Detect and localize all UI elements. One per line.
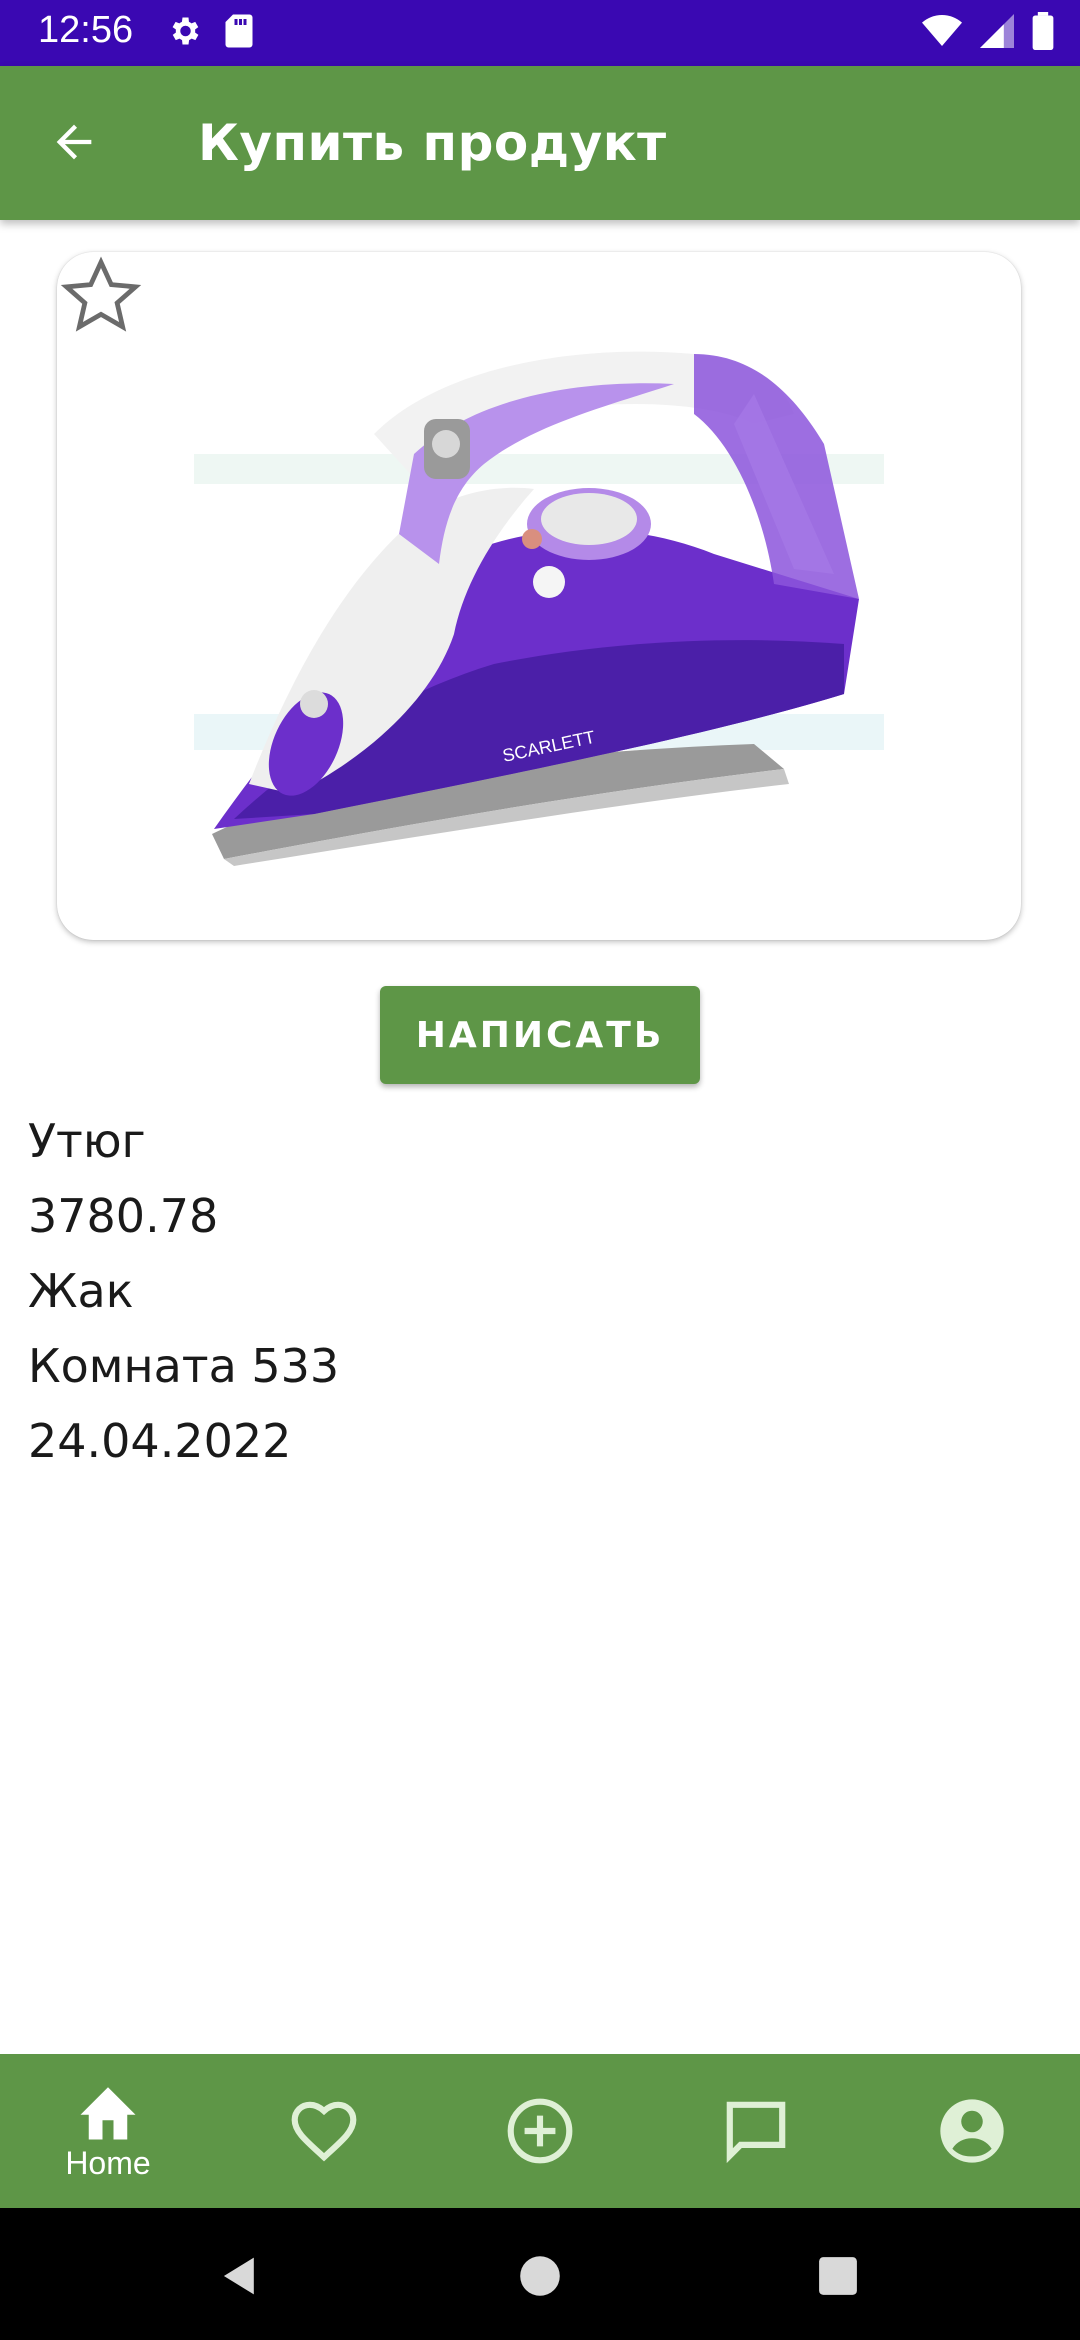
system-nav-bar (0, 2208, 1080, 2340)
status-bar: 12:56 (0, 0, 1080, 66)
home-icon (80, 2086, 136, 2139)
settings-icon (166, 13, 202, 53)
star-outline-icon (60, 256, 142, 332)
system-back-button[interactable] (210, 2246, 270, 2306)
circle-home-icon (520, 2256, 560, 2296)
product-date: 24.04.2022 (28, 1414, 292, 1468)
add-circle-icon (507, 2098, 573, 2164)
system-recents-button[interactable] (808, 2246, 868, 2306)
app-bar: Купить продукт (0, 66, 1080, 220)
square-recents-icon (819, 2257, 857, 2295)
bottom-nav: Home (0, 2054, 1080, 2208)
arrow-back-icon (56, 124, 92, 160)
product-image: SCARLETT (194, 314, 884, 869)
system-home-button[interactable] (510, 2246, 570, 2306)
favorite-button[interactable] (57, 252, 145, 340)
nav-add[interactable] (432, 2054, 648, 2208)
product-name: Утюг (28, 1114, 146, 1168)
battery-icon (1032, 12, 1054, 54)
wifi-icon (922, 14, 962, 52)
page-title: Купить продукт (198, 114, 667, 172)
triangle-back-icon (223, 2257, 254, 2295)
status-time: 12:56 (38, 9, 134, 51)
product-details: Утюг 3780.78 Жак Комната 533 24.04.2022 (28, 1104, 339, 1479)
account-icon (940, 2099, 1004, 2163)
nav-home[interactable]: Home (0, 2054, 216, 2208)
product-seller: Жак (28, 1264, 134, 1318)
back-button[interactable] (44, 112, 104, 172)
nav-favorites[interactable] (216, 2054, 432, 2208)
nav-home-label: Home (65, 2144, 151, 2181)
product-card: SCARLETT (57, 252, 1021, 940)
signal-icon (980, 14, 1014, 52)
chat-icon (726, 2101, 786, 2164)
product-room: Комната 533 (28, 1339, 340, 1393)
nav-chat[interactable] (648, 2054, 864, 2208)
heart-icon (291, 2101, 357, 2162)
write-button[interactable]: НАПИСАТЬ (380, 986, 700, 1084)
product-price: 3780.78 (28, 1189, 219, 1243)
nav-profile[interactable] (864, 2054, 1080, 2208)
sd-card-icon (224, 13, 254, 53)
